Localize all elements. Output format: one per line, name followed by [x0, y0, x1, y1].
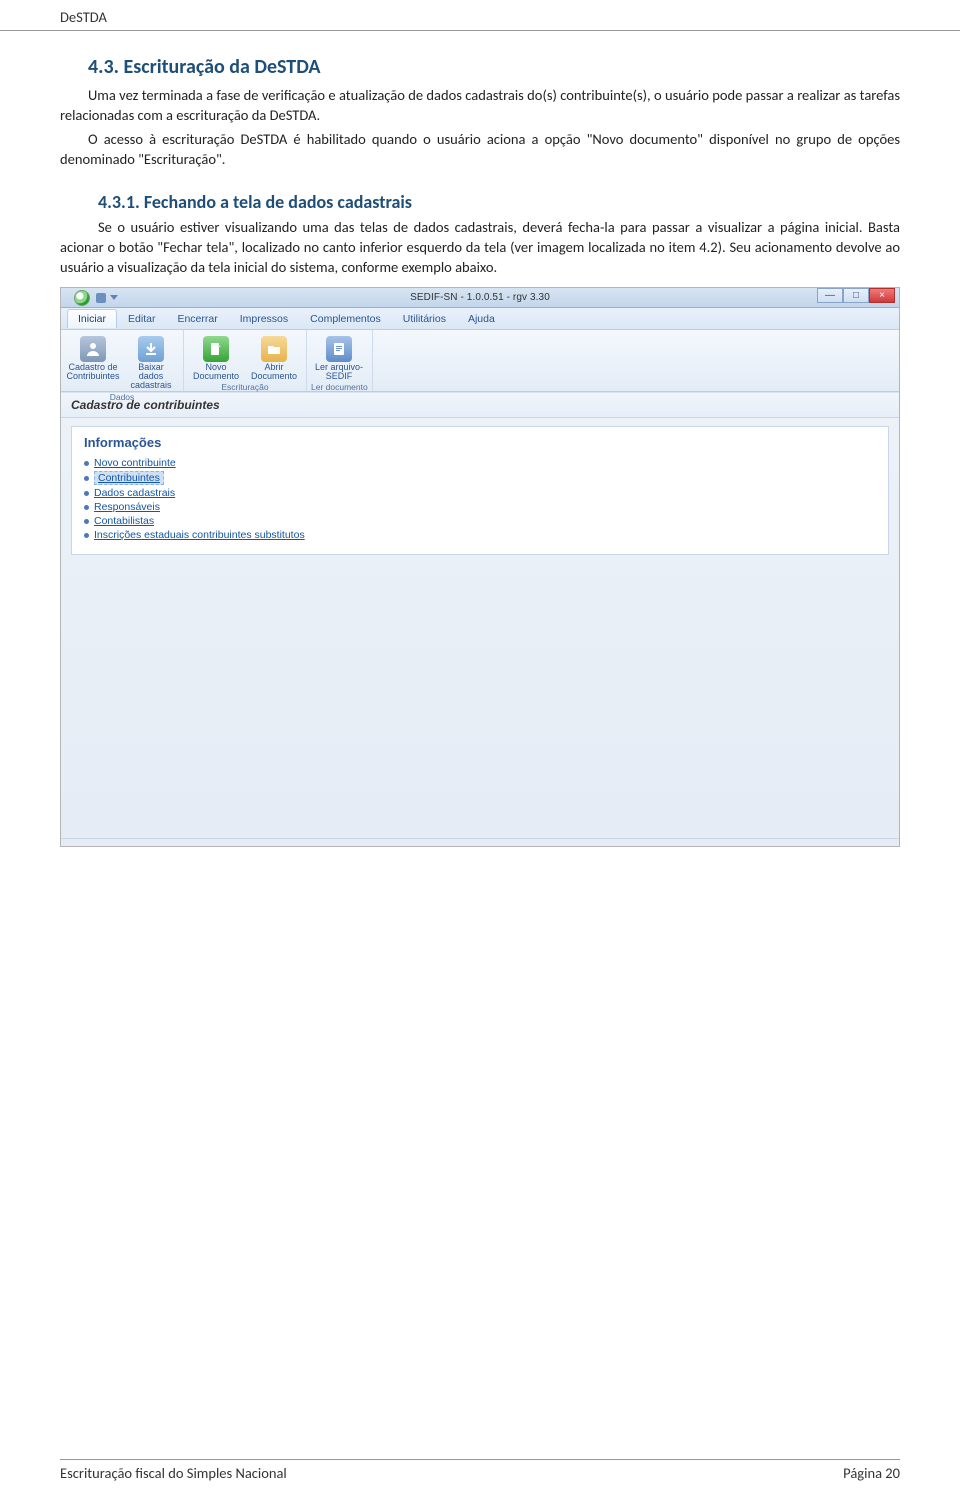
subsection-number: 4.3.1. — [98, 191, 140, 213]
titlebar: SEDIF-SN - 1.0.0.51 - rgv 3.30 — □ × — [61, 288, 899, 308]
ribbon: Cadastro de Contribuintes Baixar dados c… — [61, 330, 899, 392]
info-item-novo-contribuinte[interactable]: Novo contribuinte — [84, 456, 876, 470]
bullet-icon — [84, 533, 89, 538]
menu-utilitarios[interactable]: Utilitários — [392, 309, 457, 328]
menu-impressos[interactable]: Impressos — [229, 309, 299, 328]
bullet-icon — [84, 491, 89, 496]
user-card-icon — [80, 336, 106, 362]
qat-icon[interactable] — [96, 293, 106, 303]
info-item-contabilistas[interactable]: Contabilistas — [84, 514, 876, 528]
novo-documento-button[interactable]: Novo Documento — [188, 333, 244, 382]
window-buttons: — □ × — [817, 288, 895, 303]
page-footer: Escrituração fiscal do Simples Nacional … — [60, 1459, 900, 1482]
status-divider — [61, 838, 899, 839]
menu-complementos[interactable]: Complementos — [299, 309, 392, 328]
menu-encerrar[interactable]: Encerrar — [166, 309, 228, 328]
download-icon — [138, 336, 164, 362]
ribbon-group-label: Ler documento — [311, 382, 368, 393]
menu-ajuda[interactable]: Ajuda — [457, 309, 506, 328]
new-doc-icon — [203, 336, 229, 362]
section-title: Escrituração da DeSTDA — [124, 55, 321, 79]
bullet-icon — [84, 461, 89, 466]
subsection-para: Se o usuário estiver visualizando uma da… — [60, 217, 900, 277]
ribbon-group-dados: Cadastro de Contribuintes Baixar dados c… — [61, 330, 184, 391]
bullet-icon — [84, 519, 89, 524]
qat-dropdown-icon[interactable] — [110, 295, 118, 300]
ribbon-group-ler: Ler arquivo-SEDIF Ler documento — [307, 330, 373, 391]
bullet-icon — [84, 476, 89, 481]
app-logo-icon — [74, 290, 90, 306]
info-list: Novo contribuinte Contribuintes Dados ca… — [84, 456, 876, 542]
menu-editar[interactable]: Editar — [117, 309, 166, 328]
footer-left: Escrituração fiscal do Simples Nacional — [60, 1464, 287, 1482]
info-item-dados-cadastrais[interactable]: Dados cadastrais — [84, 486, 876, 500]
close-button[interactable]: × — [869, 288, 895, 303]
doc-title: DeSTDA — [60, 8, 107, 26]
info-item-contribuintes[interactable]: Contribuintes — [84, 470, 876, 486]
abrir-documento-button[interactable]: Abrir Documento — [246, 333, 302, 382]
ribbon-group-escrituracao: Novo Documento Abrir Documento Escritura… — [184, 330, 307, 391]
info-title: Informações — [84, 435, 876, 450]
cadastro-contribuintes-button[interactable]: Cadastro de Contribuintes — [65, 333, 121, 392]
read-file-icon — [326, 336, 352, 362]
content: 4.3. Escrituração da DeSTDA Uma vez term… — [0, 31, 960, 847]
page-header: DeSTDA — [0, 0, 960, 31]
open-doc-icon — [261, 336, 287, 362]
info-panel: Informações Novo contribuinte Contribuin… — [71, 426, 889, 555]
footer-right: Página 20 — [843, 1464, 900, 1482]
menu-iniciar[interactable]: Iniciar — [67, 309, 117, 328]
section-para-2: O acesso à escrituração DeSTDA é habilit… — [60, 129, 900, 169]
section-para-1: Uma vez terminada a fase de verificação … — [60, 85, 900, 125]
minimize-button[interactable]: — — [817, 288, 843, 303]
ler-arquivo-button[interactable]: Ler arquivo-SEDIF — [311, 333, 367, 382]
ribbon-group-label: Escrituração — [188, 382, 302, 393]
window-title: SEDIF-SN - 1.0.0.51 - rgv 3.30 — [410, 292, 550, 303]
subsection-heading: 4.3.1. Fechando a tela de dados cadastra… — [60, 191, 900, 213]
quick-access-toolbar[interactable] — [96, 293, 118, 303]
section-heading: 4.3. Escrituração da DeSTDA — [60, 55, 900, 79]
maximize-button[interactable]: □ — [843, 288, 869, 303]
app-screenshot-figure: SEDIF-SN - 1.0.0.51 - rgv 3.30 — □ × Ini… — [60, 287, 900, 847]
info-item-responsaveis[interactable]: Responsáveis — [84, 500, 876, 514]
bullet-icon — [84, 505, 89, 510]
section-number: 4.3. — [88, 55, 119, 79]
info-item-inscricoes[interactable]: Inscrições estaduais contribuintes subst… — [84, 528, 876, 542]
subsection-title: Fechando a tela de dados cadastrais — [144, 191, 412, 213]
baixar-dados-button[interactable]: Baixar dados cadastrais — [123, 333, 179, 392]
content-tab-caption: Cadastro de contribuintes — [61, 392, 899, 418]
menubar: Iniciar Editar Encerrar Impressos Comple… — [61, 308, 899, 330]
